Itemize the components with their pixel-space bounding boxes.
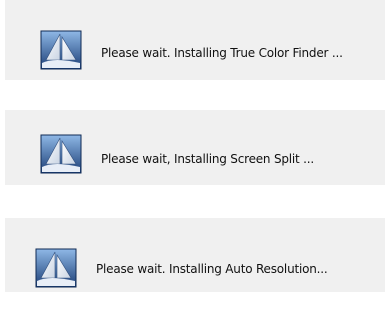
install-progress-dialog: Please wait, Installing Screen Split ... <box>5 110 385 185</box>
install-progress-dialog: Please wait. Installing Auto Resolution.… <box>5 218 385 292</box>
status-message: Please wait. Installing True Color Finde… <box>101 46 343 60</box>
sail-logo-icon <box>40 30 82 70</box>
status-message: Please wait. Installing Auto Resolution.… <box>96 262 328 276</box>
sail-logo-icon <box>35 248 77 288</box>
status-message: Please wait, Installing Screen Split ... <box>101 152 315 166</box>
install-progress-dialog: Please wait. Installing True Color Finde… <box>5 0 385 80</box>
sail-logo-icon <box>40 134 82 174</box>
